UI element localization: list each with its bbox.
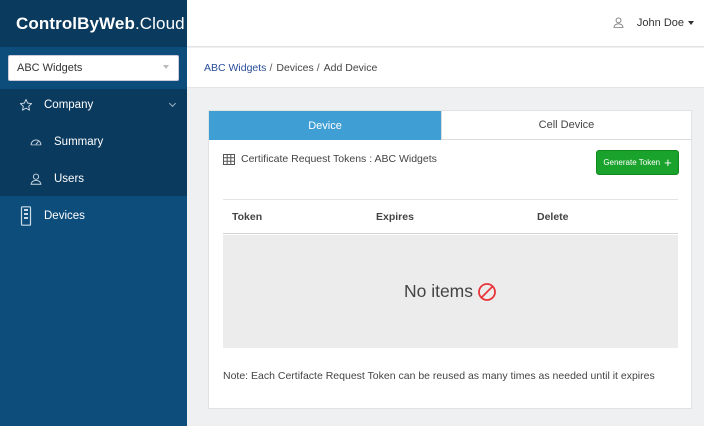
tab-cell-device[interactable]: Cell Device: [441, 111, 691, 140]
prohibited-icon: [477, 282, 497, 302]
brand-text: ControlByWeb.Cloud: [16, 13, 185, 33]
top-bar: John Doe: [187, 0, 704, 47]
chevron-down-icon: [168, 99, 177, 108]
panel-title: Certificate Request Tokens : ABC Widgets: [223, 153, 437, 165]
chevron-down-icon: [163, 65, 169, 69]
tokens-table-header: Token Expires Delete: [223, 208, 678, 234]
organization-select-value: ABC Widgets: [17, 62, 83, 74]
sidebar-item-label: Company: [44, 99, 94, 111]
user-name: John Doe: [636, 16, 684, 29]
sidebar-item-label: Summary: [54, 136, 104, 148]
sidebar-item-company[interactable]: Company: [0, 92, 187, 118]
column-header-delete[interactable]: Delete: [537, 211, 569, 223]
breadcrumb-current: Add Device: [323, 61, 378, 74]
generate-token-label: Generate Token: [603, 158, 661, 167]
sidebar: ControlByWeb.Cloud ABC Widgets Company S…: [0, 0, 187, 426]
column-header-expires[interactable]: Expires: [376, 211, 414, 223]
breadcrumb-separator: /: [316, 61, 320, 74]
sidebar-item-users[interactable]: Users: [0, 166, 187, 192]
user-menu[interactable]: John Doe: [612, 16, 694, 29]
add-device-card: Device Cell Device Certificate Request T…: [208, 110, 692, 409]
caret-down-icon: [688, 20, 694, 25]
sidebar-item-devices[interactable]: Devices: [0, 203, 187, 229]
breadcrumb-devices[interactable]: Devices: [276, 62, 313, 74]
divider: [223, 199, 678, 200]
star-icon: [18, 97, 34, 113]
breadcrumb: ABC Widgets / Devices / Add Device: [187, 48, 704, 88]
organization-select[interactable]: ABC Widgets: [8, 55, 179, 81]
empty-state-text: No items: [403, 281, 474, 301]
gauge-icon: [28, 134, 44, 150]
table-grid-icon: [223, 153, 235, 165]
user-icon: [612, 16, 625, 29]
empty-state: No items: [223, 235, 678, 348]
breadcrumb-org-link[interactable]: ABC Widgets: [204, 62, 266, 74]
sidebar-item-label: Users: [54, 173, 85, 185]
note-text: Note: Each Certifacte Request Token can …: [223, 370, 655, 382]
panel-title-text: Certificate Request Tokens : ABC Widgets: [241, 153, 437, 165]
brand-logo[interactable]: ControlByWeb.Cloud: [0, 0, 187, 47]
tab-device[interactable]: Device: [209, 111, 441, 140]
plus-icon: +: [664, 155, 672, 170]
sidebar-item-label: Devices: [44, 210, 85, 222]
device-icon: [18, 206, 34, 226]
user-icon: [28, 171, 44, 187]
sidebar-item-summary[interactable]: Summary: [0, 129, 187, 155]
generate-token-button[interactable]: Generate Token +: [596, 150, 679, 175]
device-type-tabs: Device Cell Device: [209, 111, 691, 140]
column-header-token[interactable]: Token: [232, 211, 262, 223]
breadcrumb-separator: /: [269, 61, 273, 74]
